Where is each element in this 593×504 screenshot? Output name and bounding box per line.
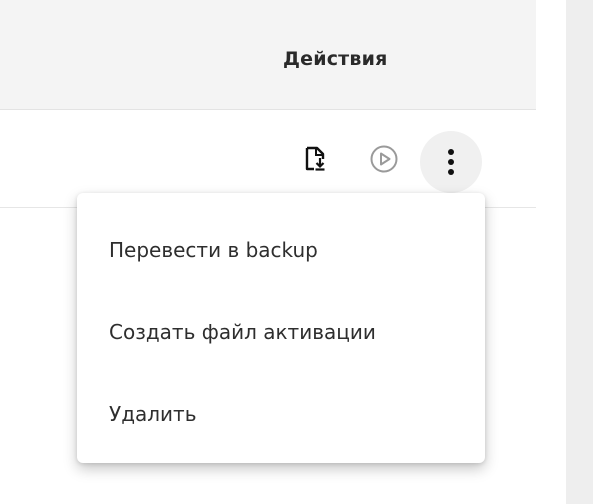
download-file-button[interactable] [298,141,334,177]
play-button[interactable] [366,141,402,177]
table-header-row: Действия [0,0,536,110]
side-panel-gutter [566,0,593,504]
menu-item-move-to-backup[interactable]: Перевести в backup [77,209,485,291]
play-circle-icon [370,145,398,173]
file-download-icon [305,146,325,171]
context-menu: Перевести в backup Создать файл активаци… [77,193,485,463]
more-actions-button[interactable] [420,131,482,193]
page: Действия Перевести в backup Создать файл… [0,0,593,504]
more-vertical-icon [448,149,454,175]
menu-item-create-activation-file[interactable]: Создать файл активации [77,291,485,373]
column-header-actions: Действия [283,48,388,70]
menu-item-delete[interactable]: Удалить [77,373,485,455]
panel-edge [536,0,566,504]
